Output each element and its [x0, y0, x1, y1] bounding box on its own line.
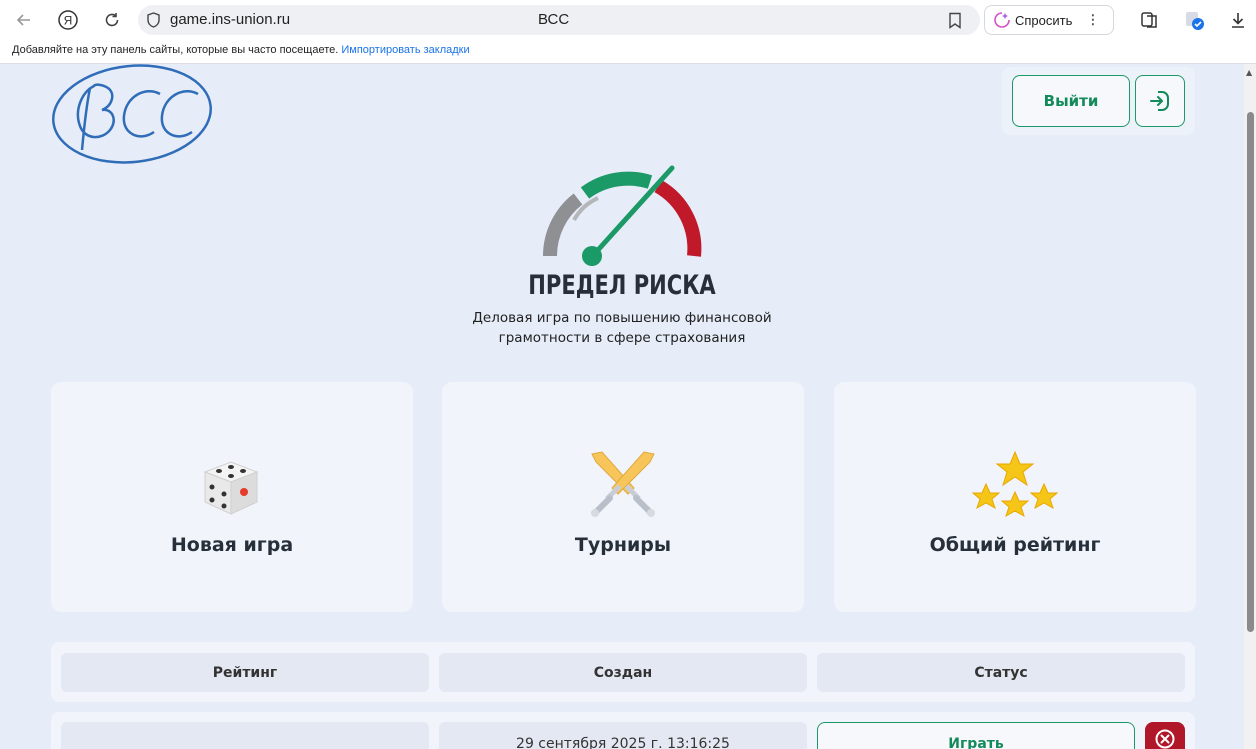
- new-game-label: Новая игра: [170, 534, 294, 556]
- page-title: ВСС: [538, 11, 570, 28]
- address-bar[interactable]: game.ins-union.ru ВСС: [138, 5, 980, 35]
- browser-chrome: Я game.ins-union.ru ВСС Спросить ⋮ Добав…: [0, 0, 1256, 64]
- yandex-icon[interactable]: Я: [56, 8, 80, 32]
- collections-icon[interactable]: [1137, 8, 1161, 32]
- delete-game-button[interactable]: [1145, 722, 1185, 749]
- game-title: ПРЕДЕЛ РИСКА: [528, 270, 716, 301]
- scroll-thumb[interactable]: [1247, 112, 1254, 632]
- scrollbar[interactable]: ▲: [1244, 64, 1256, 749]
- vss-logo: [52, 64, 212, 164]
- stars-icon: [971, 450, 1059, 518]
- reload-icon[interactable]: [100, 8, 124, 32]
- sparkle-icon: [994, 12, 1010, 28]
- close-circle-icon: [1155, 729, 1175, 749]
- shield-icon: [147, 12, 160, 28]
- logout-button[interactable]: Выйти: [1012, 75, 1130, 127]
- bookmarks-hint: Добавляйте на эту панель сайты, которые …: [12, 44, 339, 56]
- crossed-swords-icon: [591, 451, 655, 517]
- extension-icon[interactable]: [1182, 8, 1206, 32]
- column-header-rating[interactable]: Рейтинг: [61, 653, 429, 692]
- dice-icon: [203, 461, 259, 515]
- subtitle-line-2: грамотности в сфере страхования: [498, 330, 746, 346]
- column-header-status[interactable]: Статус: [817, 653, 1185, 692]
- game-subtitle: Деловая игра по повышению финансовой гра…: [442, 308, 802, 348]
- back-arrow-icon[interactable]: [12, 8, 36, 32]
- games-table-header: Рейтинг Создан Статус: [51, 642, 1195, 702]
- browser-toolbar: Я game.ins-union.ru ВСС Спросить ⋮: [0, 0, 1256, 40]
- svg-text:Я: Я: [64, 14, 73, 28]
- ask-button[interactable]: Спросить ⋮: [984, 5, 1114, 35]
- kebab-menu-icon[interactable]: ⋮: [1086, 12, 1099, 28]
- scroll-up-arrow-icon[interactable]: ▲: [1246, 68, 1252, 77]
- sign-in-icon: [1150, 91, 1169, 111]
- download-icon[interactable]: [1226, 8, 1250, 32]
- play-button[interactable]: Играть: [817, 722, 1135, 749]
- new-game-card[interactable]: Новая игра: [51, 382, 413, 612]
- url-text: game.ins-union.ru: [170, 11, 291, 28]
- page-content: Выйти ПРЕДЕЛ РИСКА Деловая игра по повыш…: [0, 64, 1244, 749]
- table-row: 29 сентября 2025 г. 13:16:25 Играть: [51, 712, 1195, 749]
- risk-gauge-icon: [543, 165, 702, 266]
- column-header-created[interactable]: Создан: [439, 653, 807, 692]
- tournaments-label: Турниры: [574, 534, 672, 556]
- cell-created: 29 сентября 2025 г. 13:16:25: [439, 722, 807, 749]
- subtitle-line-1: Деловая игра по повышению финансовой: [472, 310, 772, 326]
- import-bookmarks-link[interactable]: Импортировать закладки: [341, 44, 469, 56]
- bookmarks-bar: Добавляйте на эту панель сайты, которые …: [12, 44, 470, 56]
- ask-label: Спросить: [1015, 12, 1073, 28]
- bookmark-icon[interactable]: [948, 12, 962, 29]
- overall-rating-label: Общий рейтинг: [929, 534, 1101, 556]
- cell-rating: [61, 722, 429, 749]
- tournaments-card[interactable]: Турниры: [442, 382, 804, 612]
- overall-rating-card[interactable]: Общий рейтинг: [834, 382, 1196, 612]
- logout-icon-button[interactable]: [1135, 75, 1185, 127]
- account-panel: Выйти: [1002, 67, 1195, 135]
